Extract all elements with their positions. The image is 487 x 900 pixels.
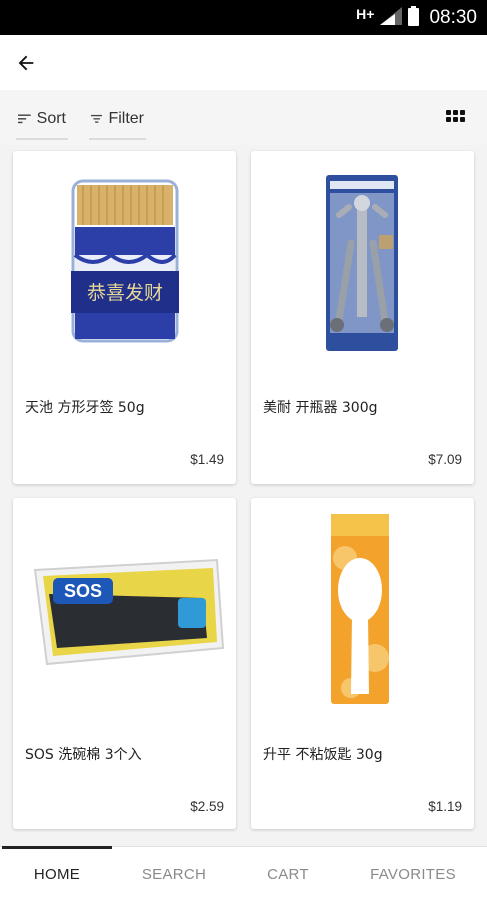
network-type: H+ — [356, 5, 375, 22]
sos-scouring-pads-image: SOS — [13, 498, 236, 718]
nav-favorites[interactable]: FAVORITES — [352, 847, 474, 900]
filter-label: Filter — [108, 110, 144, 127]
bottom-navigation: HOME SEARCH CART FAVORITES — [0, 846, 487, 900]
status-bar: H+ 08:30 — [0, 0, 487, 35]
back-button[interactable] — [10, 47, 42, 79]
sort-button[interactable]: Sort — [16, 100, 68, 140]
grid-view-button[interactable] — [446, 110, 468, 130]
rice-paddle-package-image — [251, 498, 474, 718]
product-name: 美耐 开瓶器 300g — [263, 400, 378, 416]
jar-label-text: 恭喜发财 — [87, 282, 163, 304]
nav-search[interactable]: SEARCH — [118, 847, 230, 900]
sort-icon — [18, 114, 31, 124]
sos-brand-text: SOS — [64, 581, 102, 601]
toothpick-jar-image: 恭喜发财 — [13, 151, 236, 371]
product-card[interactable]: 恭喜发财 天池 方形牙签 50g $1.49 — [13, 151, 236, 484]
product-name: 天池 方形牙签 50g — [25, 400, 145, 416]
product-card[interactable]: 美耐 开瓶器 300g $7.09 — [251, 151, 474, 484]
signal-icon — [380, 6, 403, 29]
product-card[interactable]: SOS SOS 洗碗棉 3个入 $2.59 — [13, 498, 236, 829]
product-price: $1.19 — [428, 799, 462, 814]
nav-home[interactable]: HOME — [2, 847, 112, 900]
arrow-back-icon — [18, 55, 34, 71]
product-name: SOS 洗碗棉 3个入 — [25, 747, 142, 763]
clock: 08:30 — [429, 6, 477, 28]
product-card[interactable]: 升平 不粘饭匙 30g $1.19 — [251, 498, 474, 829]
sort-filter-toolbar: Sort Filter — [0, 90, 487, 145]
nav-cart[interactable]: CART — [232, 847, 344, 900]
filter-icon — [91, 114, 103, 123]
filter-button[interactable]: Filter — [89, 100, 146, 140]
sort-label: Sort — [36, 110, 66, 127]
product-price: $2.59 — [190, 799, 224, 814]
app-bar — [0, 35, 487, 90]
battery-icon — [408, 5, 420, 30]
product-price: $7.09 — [428, 452, 462, 467]
product-price: $1.49 — [190, 452, 224, 467]
product-name: 升平 不粘饭匙 30g — [263, 747, 383, 763]
corkscrew-package-image — [251, 151, 474, 371]
